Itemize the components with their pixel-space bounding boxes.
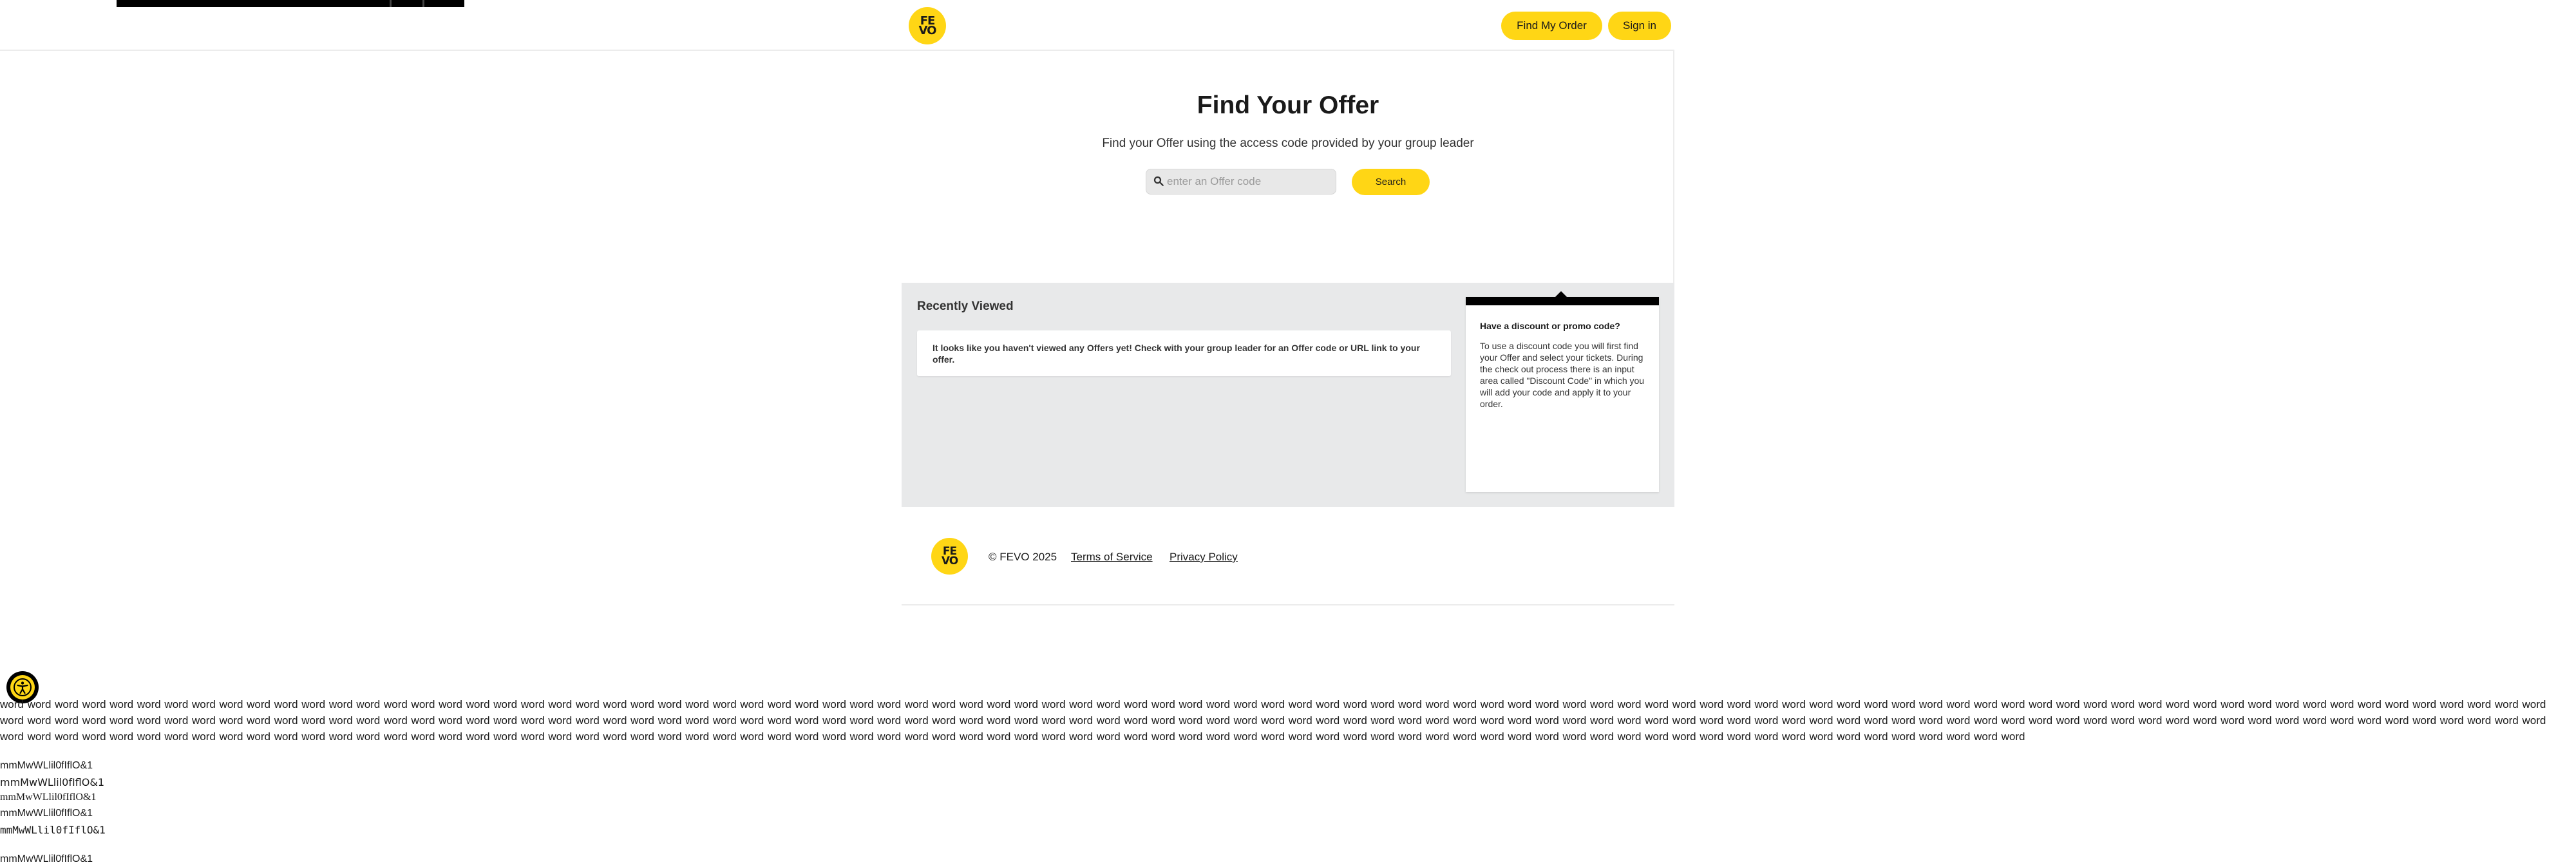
fevo-logo[interactable]: FE VO bbox=[909, 7, 946, 44]
privacy-policy-link[interactable]: Privacy Policy bbox=[1170, 551, 1238, 564]
site-header: FE VO Find My Order Sign in bbox=[0, 0, 1674, 51]
search-icon bbox=[1153, 176, 1164, 186]
sign-in-button[interactable]: Sign in bbox=[1608, 12, 1671, 40]
logo-text: FE VO bbox=[918, 14, 937, 37]
promo-code-info-card: Have a discount or promo code? To use a … bbox=[1466, 297, 1659, 492]
font-probe-line: mmMwWLlil0fIflO&1 bbox=[0, 808, 93, 819]
find-my-order-button[interactable]: Find My Order bbox=[1501, 12, 1602, 40]
terms-of-service-link[interactable]: Terms of Service bbox=[1071, 551, 1153, 564]
offer-code-input[interactable] bbox=[1167, 169, 1331, 194]
font-probe-line: mmMwWLlil0fIflO&1 bbox=[0, 776, 104, 788]
font-probe-line: mmMwWLlil0fIflO&1 bbox=[0, 760, 93, 771]
recently-viewed-empty-card: It looks like you haven't viewed any Off… bbox=[917, 330, 1451, 376]
footer-fevo-logo[interactable]: FE VO bbox=[931, 538, 968, 575]
footer-divider bbox=[902, 604, 1674, 605]
font-probe-line: mmMwWLlil0fIflO&1 bbox=[0, 824, 106, 836]
font-probe-line: mmMwWLlil0fIflO&1 bbox=[0, 853, 93, 864]
promo-card-body: To use a discount code you will first fi… bbox=[1480, 341, 1645, 409]
page-subtitle: Find your Offer using the access code pr… bbox=[1102, 137, 1474, 150]
offer-search-box bbox=[1146, 169, 1336, 195]
page-title: Find Your Offer bbox=[1197, 91, 1379, 119]
recently-viewed-title: Recently Viewed bbox=[917, 300, 1014, 313]
debug-word-block: word word word word word word word word … bbox=[0, 698, 2546, 743]
promo-card-title: Have a discount or promo code? bbox=[1480, 321, 1620, 331]
content-divider bbox=[1673, 51, 1674, 283]
font-probe-line: mmMwWLlil0fIflO&1 bbox=[0, 792, 97, 803]
copyright-text: © FEVO 2025 bbox=[989, 551, 1057, 563]
footer-logo-text: FE VO bbox=[941, 545, 958, 567]
search-button[interactable]: Search bbox=[1352, 169, 1430, 195]
accessibility-figure-icon bbox=[14, 678, 32, 696]
